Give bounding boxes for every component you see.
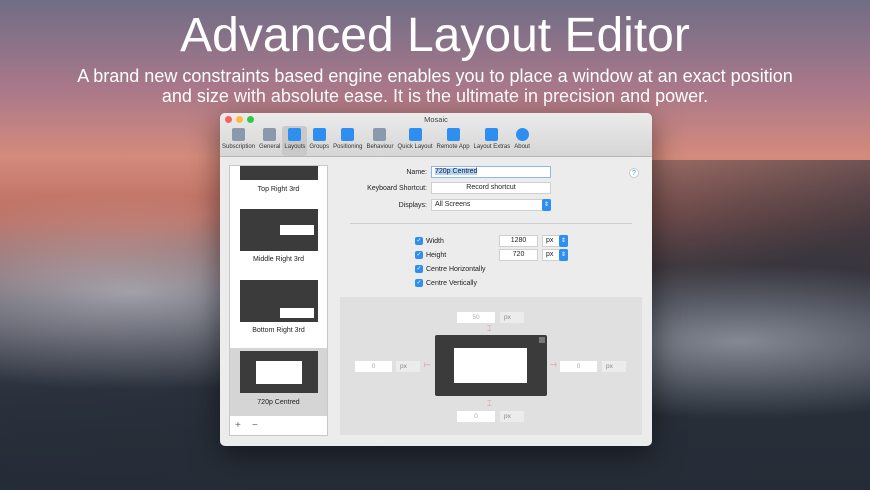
groups-icon [312, 128, 326, 141]
checkmark-icon: ✓ [415, 279, 423, 287]
width-unit-select[interactable]: px ⇕ [542, 235, 568, 247]
info-icon [515, 128, 529, 141]
hero-subtitle: A brand new constraints based engine ena… [0, 66, 870, 106]
record-shortcut-button[interactable]: Record shortcut [431, 182, 551, 194]
screen-preview [435, 335, 547, 396]
unit-value: px [546, 237, 554, 244]
top-pin-icon: ⌶ [487, 324, 492, 333]
toolbar-item-groups[interactable]: Groups [307, 126, 331, 156]
centre-horizontally-label: Centre Horizontally [426, 265, 486, 273]
thumbnail-720p-centred [240, 351, 318, 393]
name-value: 720p Centred [435, 168, 478, 175]
toolbar-item-label: Behaviour [366, 144, 394, 150]
toolbar-item-label: Subscription [222, 144, 256, 150]
toolbar-item-subscription[interactable]: Subscription [220, 126, 257, 156]
centre-vertically-label: Centre Vertically [426, 279, 477, 287]
toolbar-item-layout-extras[interactable]: Layout Extras [472, 126, 513, 156]
checkmark-icon: ✓ [415, 265, 423, 273]
layouts-icon [288, 128, 302, 141]
top-margin-input[interactable]: 50 [457, 312, 495, 323]
mosaic-window: Mosaic Subscription General Layouts Groups P… [220, 113, 652, 446]
left-pin-icon: ⟝ [424, 360, 431, 369]
window-title: Mosaic [424, 115, 448, 124]
subscription-icon [232, 128, 246, 141]
toolbar-item-label: General [259, 144, 281, 150]
centre-vertically-checkbox[interactable]: ✓ Centre Vertically [415, 279, 477, 287]
separator [350, 223, 632, 224]
toolbar-item-label: About [514, 144, 530, 150]
toolbar-item-remote-app[interactable]: Remote App [435, 126, 472, 156]
displays-value: All Screens [435, 201, 471, 208]
help-button[interactable]: ? [629, 168, 639, 178]
window-preview[interactable] [454, 348, 527, 383]
toolbar-item-label: Layout Extras [473, 144, 511, 150]
unit-value: px [546, 251, 554, 258]
bottom-margin-input[interactable]: 0 [457, 411, 495, 422]
centre-horizontally-checkbox[interactable]: ✓ Centre Horizontally [415, 265, 486, 273]
remove-button[interactable]: − [252, 420, 258, 431]
chevron-updown-icon: ⇕ [559, 249, 568, 261]
sliders-icon [263, 128, 277, 141]
list-item-selected[interactable]: 720p Centred [230, 348, 327, 416]
chevron-updown-icon: ⇕ [559, 235, 568, 247]
thumbnail-bottom-right-3rd[interactable] [240, 280, 318, 322]
displays-label: Displays: [398, 202, 427, 209]
width-checkbox[interactable]: ✓ Width [415, 237, 444, 245]
checkmark-icon: ✓ [415, 237, 423, 245]
subtitle-line-2: and size with absolute ease. It is the u… [161, 86, 709, 106]
toolbar-item-label: Quick Layout [397, 144, 433, 150]
shortcut-label: Keyboard Shortcut: [367, 185, 427, 192]
width-label: Width [426, 237, 444, 245]
bottom-pin-icon: ⌶ [487, 399, 492, 408]
height-label: Height [426, 251, 447, 259]
list-item-label[interactable]: Bottom Right 3rd [230, 327, 327, 334]
height-input[interactable]: 720 [499, 249, 538, 261]
toolbar-item-layouts[interactable]: Layouts [282, 126, 308, 156]
thumbnail-middle-right-3rd[interactable] [240, 209, 318, 251]
height-checkbox[interactable]: ✓ Height [415, 251, 446, 259]
chevron-updown-icon: ⇕ [542, 199, 551, 211]
tablet-icon [446, 128, 460, 141]
positioning-icon [341, 128, 355, 141]
toolbar-item-about[interactable]: About [512, 126, 532, 156]
toolbar-item-label: Layouts [284, 144, 306, 150]
right-unit-select[interactable]: px [602, 361, 626, 372]
toolbar-item-label: Groups [309, 144, 330, 150]
square-icon [408, 128, 422, 141]
add-button[interactable]: + [235, 420, 241, 431]
tools-icon [485, 128, 499, 141]
gear-icon [373, 128, 387, 141]
bottom-unit-select[interactable]: px [500, 411, 524, 422]
toolbar-item-positioning[interactable]: Positioning [331, 126, 364, 156]
toolbar-item-quick-layout[interactable]: Quick Layout [395, 126, 434, 156]
toolbar: Subscription General Layouts Groups Position… [220, 126, 532, 156]
displays-select[interactable]: All Screens ⇕ [431, 199, 551, 211]
hero-title: Advanced Layout Editor [180, 9, 690, 62]
width-input[interactable]: 1280 [499, 235, 538, 247]
name-label: Name: [406, 169, 427, 176]
name-input[interactable]: 720p Centred [431, 166, 551, 178]
right-margin-input[interactable]: 0 [560, 361, 597, 372]
list-item-label[interactable]: Middle Right 3rd [230, 256, 327, 263]
height-unit-select[interactable]: px ⇕ [542, 249, 568, 261]
toolbar-item-label: Remote App [436, 144, 470, 150]
right-pin-icon: ⟞ [550, 360, 557, 369]
list-item-label: 720p Centred [257, 399, 300, 406]
subtitle-line-1: A brand new constraints based engine ena… [77, 66, 793, 86]
left-unit-select[interactable]: px [396, 361, 420, 372]
toolbar-item-general[interactable]: General [257, 126, 282, 156]
top-unit-select[interactable]: px [500, 312, 524, 323]
checkmark-icon: ✓ [415, 251, 423, 259]
toolbar-item-behaviour[interactable]: Behaviour [364, 126, 395, 156]
toolbar-item-label: Positioning [333, 144, 363, 150]
titlebar: Mosaic Subscription General Layouts Groups P… [220, 113, 652, 157]
display-badge-icon [539, 337, 545, 343]
position-editor: 50 px ⌶ 0 px ⟝ ⟞ 0 px ⌶ 0 px [340, 297, 642, 435]
left-margin-input[interactable]: 0 [355, 361, 392, 372]
